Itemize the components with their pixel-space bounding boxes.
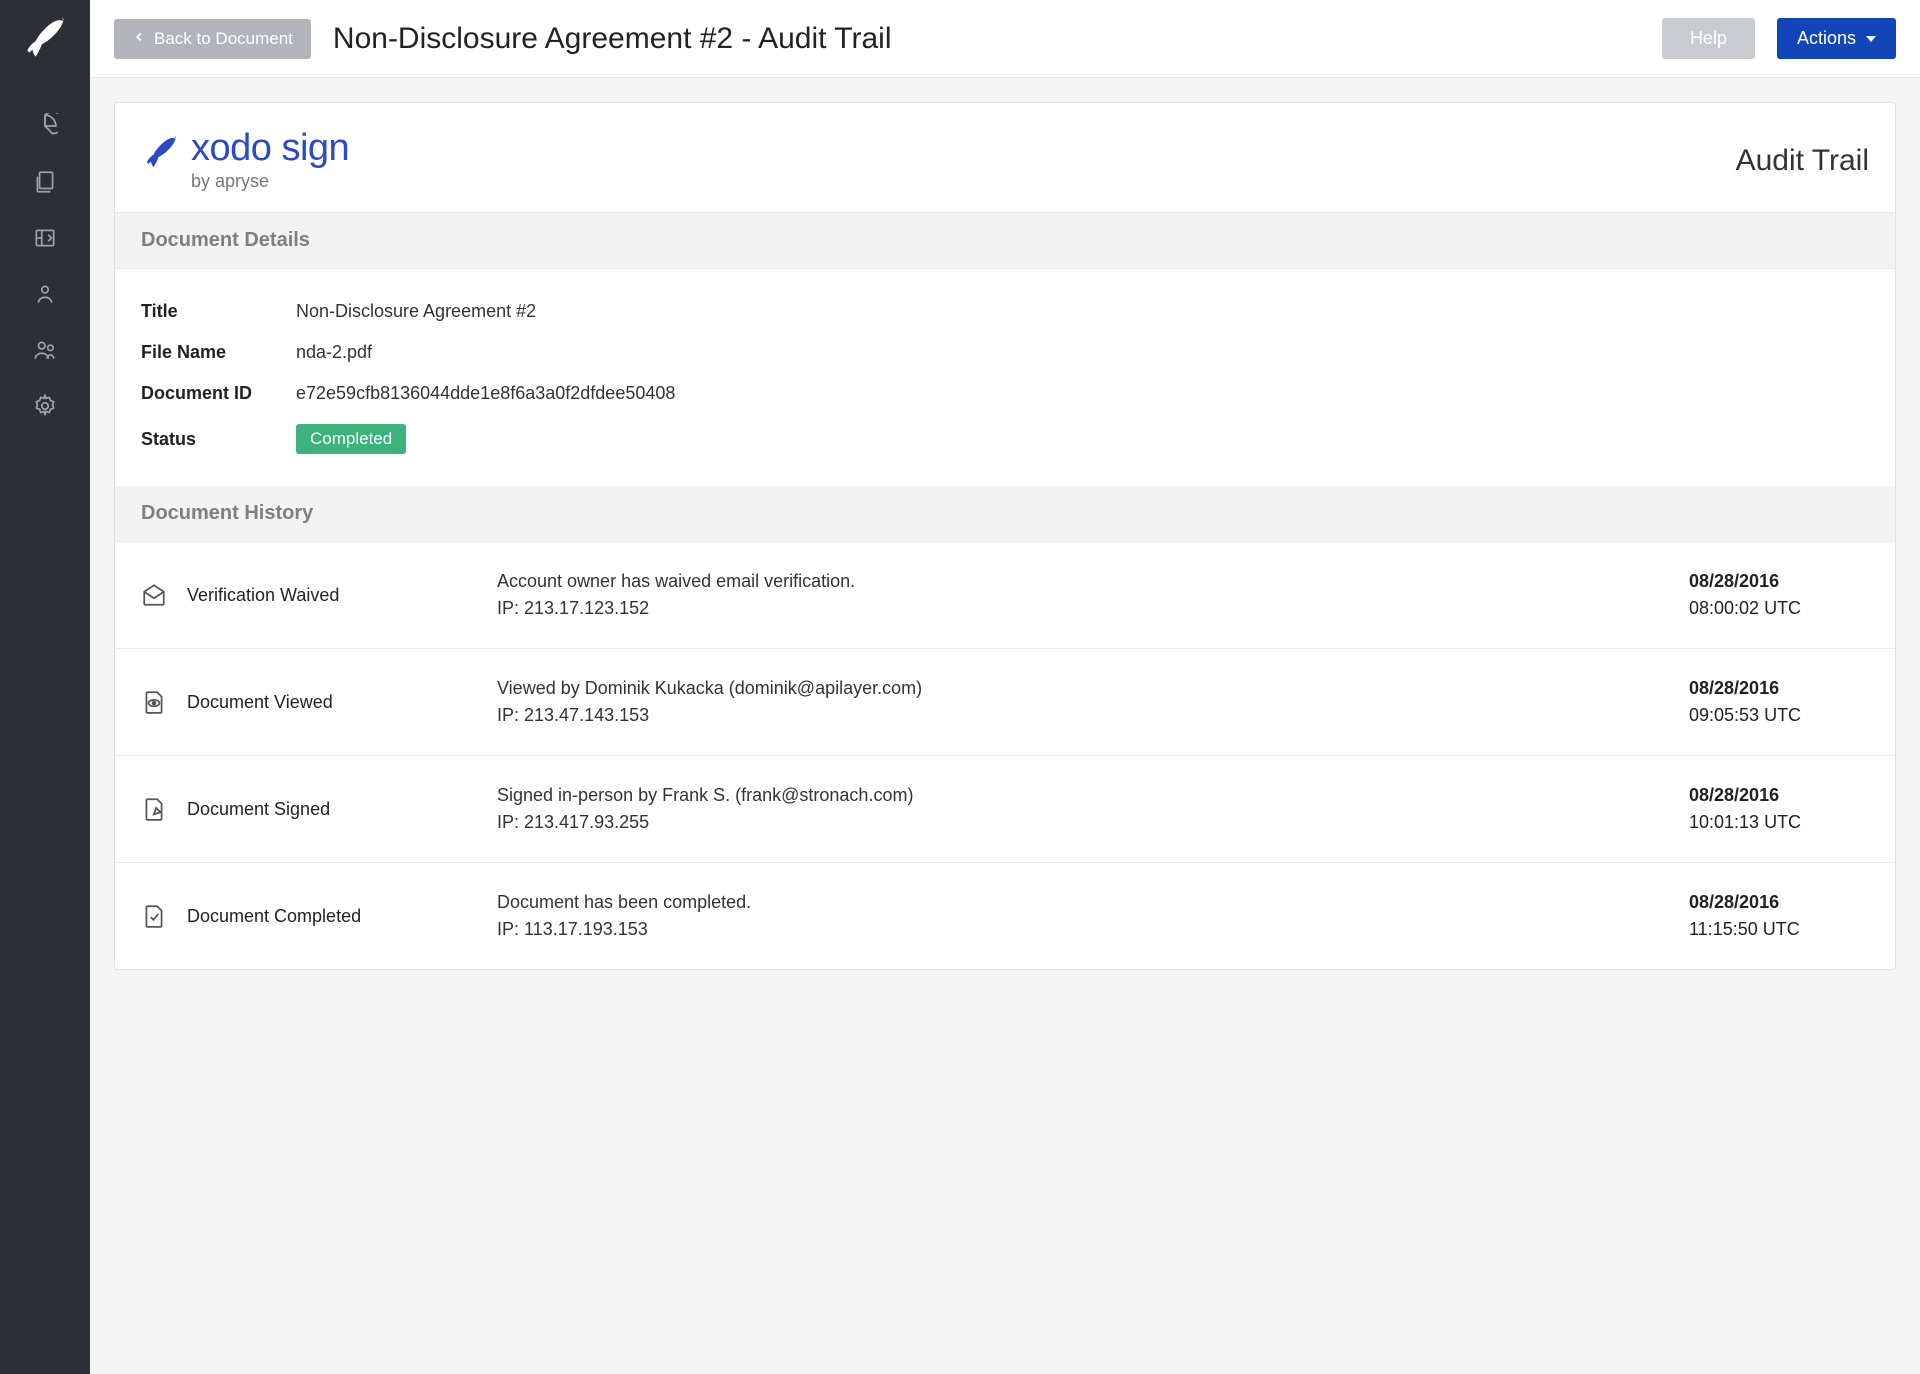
detail-row-docid: Document ID e72e59cfb8136044dde1e8f6a3a0… — [141, 373, 1869, 414]
history-label: Verification Waived — [187, 585, 477, 606]
sidebar-item-documents[interactable] — [0, 156, 90, 212]
team-icon — [32, 337, 58, 368]
history-timestamp: 08/28/2016 09:05:53 UTC — [1689, 675, 1869, 729]
sidebar-item-dashboard[interactable] — [0, 100, 90, 156]
gear-icon — [32, 393, 58, 424]
history-list: Verification Waived Account owner has wa… — [115, 542, 1895, 969]
history-timestamp: 08/28/2016 10:01:13 UTC — [1689, 782, 1869, 836]
eye-document-icon — [141, 689, 167, 715]
back-to-document-button[interactable]: Back to Document — [114, 19, 311, 59]
history-section-header: Document History — [115, 486, 1895, 542]
brand-name: xodo sign — [191, 129, 349, 167]
card-header: xodo sign by apryse Audit Trail — [115, 103, 1895, 213]
sidebar-item-team[interactable] — [0, 324, 90, 380]
caret-down-icon — [1866, 36, 1876, 42]
audit-card: xodo sign by apryse Audit Trail Document… — [114, 102, 1896, 970]
contact-icon — [32, 281, 58, 312]
sign-document-icon — [141, 796, 167, 822]
help-button[interactable]: Help — [1662, 18, 1755, 59]
history-description: Viewed by Dominik Kukacka (dominik@apila… — [497, 675, 1669, 729]
sidebar-item-contacts[interactable] — [0, 268, 90, 324]
history-timestamp: 08/28/2016 11:15:50 UTC — [1689, 889, 1869, 943]
detail-label: File Name — [141, 342, 296, 363]
history-timestamp: 08/28/2016 08:00:02 UTC — [1689, 568, 1869, 622]
detail-row-filename: File Name nda-2.pdf — [141, 332, 1869, 373]
history-description: Document has been completed. IP: 113.17.… — [497, 889, 1669, 943]
history-row: Verification Waived Account owner has wa… — [115, 542, 1895, 649]
history-label: Document Signed — [187, 799, 477, 820]
actions-button-label: Actions — [1797, 28, 1856, 49]
page-title: Non-Disclosure Agreement #2 - Audit Trai… — [333, 22, 1640, 56]
history-row: Document Signed Signed in-person by Fran… — [115, 756, 1895, 863]
audit-title: Audit Trail — [1736, 144, 1869, 178]
detail-value: e72e59cfb8136044dde1e8f6a3a0f2dfdee50408 — [296, 383, 675, 404]
detail-row-status: Status Completed — [141, 414, 1869, 464]
brand-subtitle: by apryse — [191, 171, 349, 192]
envelope-open-icon — [141, 582, 167, 608]
history-row: Document Completed Document has been com… — [115, 863, 1895, 969]
sidebar-item-settings[interactable] — [0, 380, 90, 436]
detail-label: Title — [141, 301, 296, 322]
detail-value: Non-Disclosure Agreement #2 — [296, 301, 536, 322]
history-label: Document Viewed — [187, 692, 477, 713]
details-section-header: Document Details — [115, 213, 1895, 269]
topbar: Back to Document Non-Disclosure Agreemen… — [90, 0, 1920, 78]
actions-button[interactable]: Actions — [1777, 18, 1896, 59]
status-badge: Completed — [296, 424, 406, 454]
document-details: Title Non-Disclosure Agreement #2 File N… — [115, 269, 1895, 486]
detail-label: Document ID — [141, 383, 296, 404]
check-document-icon — [141, 903, 167, 929]
detail-label: Status — [141, 429, 296, 450]
feather-icon — [141, 133, 181, 173]
back-button-label: Back to Document — [154, 29, 293, 49]
sidebar-item-templates[interactable] — [0, 212, 90, 268]
pie-chart-icon — [32, 113, 58, 144]
history-description: Account owner has waived email verificat… — [497, 568, 1669, 622]
chevron-left-icon — [132, 29, 146, 49]
app-logo[interactable] — [20, 14, 70, 64]
detail-row-title: Title Non-Disclosure Agreement #2 — [141, 291, 1869, 332]
sidebar — [0, 0, 90, 1374]
history-row: Document Viewed Viewed by Dominik Kukack… — [115, 649, 1895, 756]
templates-icon — [32, 225, 58, 256]
history-description: Signed in-person by Frank S. (frank@stro… — [497, 782, 1669, 836]
documents-icon — [32, 169, 58, 200]
history-label: Document Completed — [187, 906, 477, 927]
brand: xodo sign by apryse — [141, 129, 349, 192]
detail-value: nda-2.pdf — [296, 342, 372, 363]
